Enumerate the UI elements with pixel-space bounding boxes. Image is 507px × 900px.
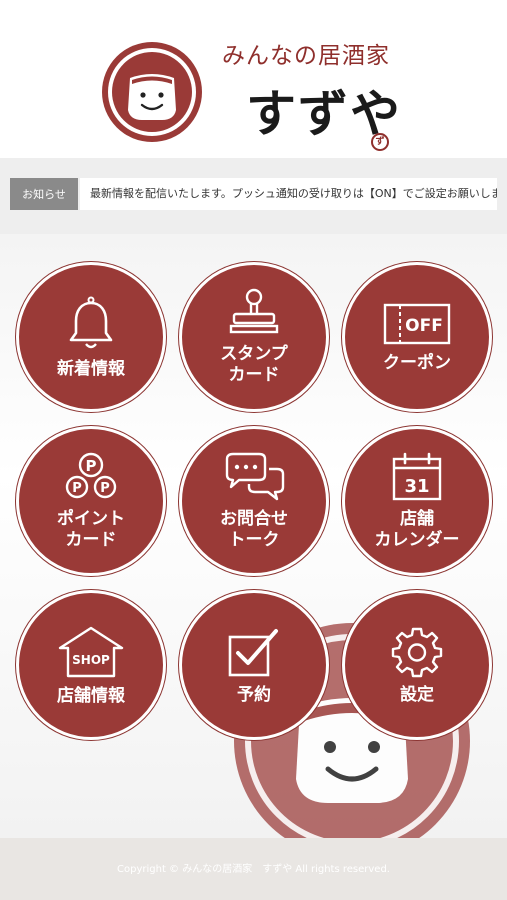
stamp-card-button[interactable]: スタンプ カード [179,262,329,412]
new-info-label: 新着情報 [57,358,125,379]
svg-text:P: P [72,481,82,496]
point-card-label: ポイント カード [57,509,125,550]
calendar-icon: 31 [392,452,442,501]
store-calendar-label: 店舗 カレンダー [374,509,460,550]
bell-icon [69,296,113,348]
stamp-icon [229,288,279,334]
news-bar: お知らせ 最新情報を配信いたします。プッシュ通知の受け取りは【ON】でご設定お願… [0,158,507,234]
reservation-label: 予約 [237,684,271,705]
point-card-button[interactable]: P P P ポイント カード [16,426,166,576]
checkbox-icon [228,628,278,676]
store-info-label: 店舗情報 [57,685,125,706]
settings-button[interactable]: 設定 [342,590,492,740]
settings-label: 設定 [400,684,434,705]
inquiry-talk-label: お問合せ トーク [220,509,288,550]
svg-text:31: 31 [404,476,429,497]
store-info-button[interactable]: SHOP 店舗情報 [16,590,166,740]
suzuya-face-logo-icon [102,42,202,142]
app-header: みんなの居酒家 すずや ず [0,0,507,158]
svg-text:SHOP: SHOP [72,653,110,667]
svg-text:P: P [100,481,110,496]
reservation-button[interactable]: 予約 [179,590,329,740]
stamp-card-label: スタンプ カード [220,344,288,385]
chat-bubbles-icon [225,452,285,501]
copyright-text: Copyright © みんなの居酒家 すずや All rights reser… [117,864,390,875]
coupon-icon-text: OFF [405,316,443,336]
menu-grid: 新着情報 スタンプ カード OFF クーポン P P P ポイント カード お問… [0,234,507,838]
shop-house-icon: SHOP [58,626,124,677]
brand-mark-icon: ず [371,133,389,151]
news-ticker[interactable]: 最新情報を配信いたします。プッシュ通知の受け取りは【ON】でご設定お願いします。 [80,178,497,210]
coupon-button[interactable]: OFF クーポン [342,262,492,412]
news-ticker-text: 最新情報を配信いたします。プッシュ通知の受け取りは【ON】でご設定お願いします。 [90,187,497,200]
new-info-button[interactable]: 新着情報 [16,262,166,412]
store-calendar-button[interactable]: 31 店舗 カレンダー [342,426,492,576]
point-coins-icon: P P P [65,452,117,499]
svg-text:P: P [86,457,97,475]
inquiry-talk-button[interactable]: お問合せ トーク [179,426,329,576]
gear-icon [391,627,443,677]
news-label: お知らせ [10,178,78,210]
brand-subtitle: みんなの居酒家 [222,43,390,69]
coupon-label: クーポン [383,352,451,373]
coupon-icon: OFF [383,303,451,344]
footer: Copyright © みんなの居酒家 すずや All rights reser… [0,838,507,900]
